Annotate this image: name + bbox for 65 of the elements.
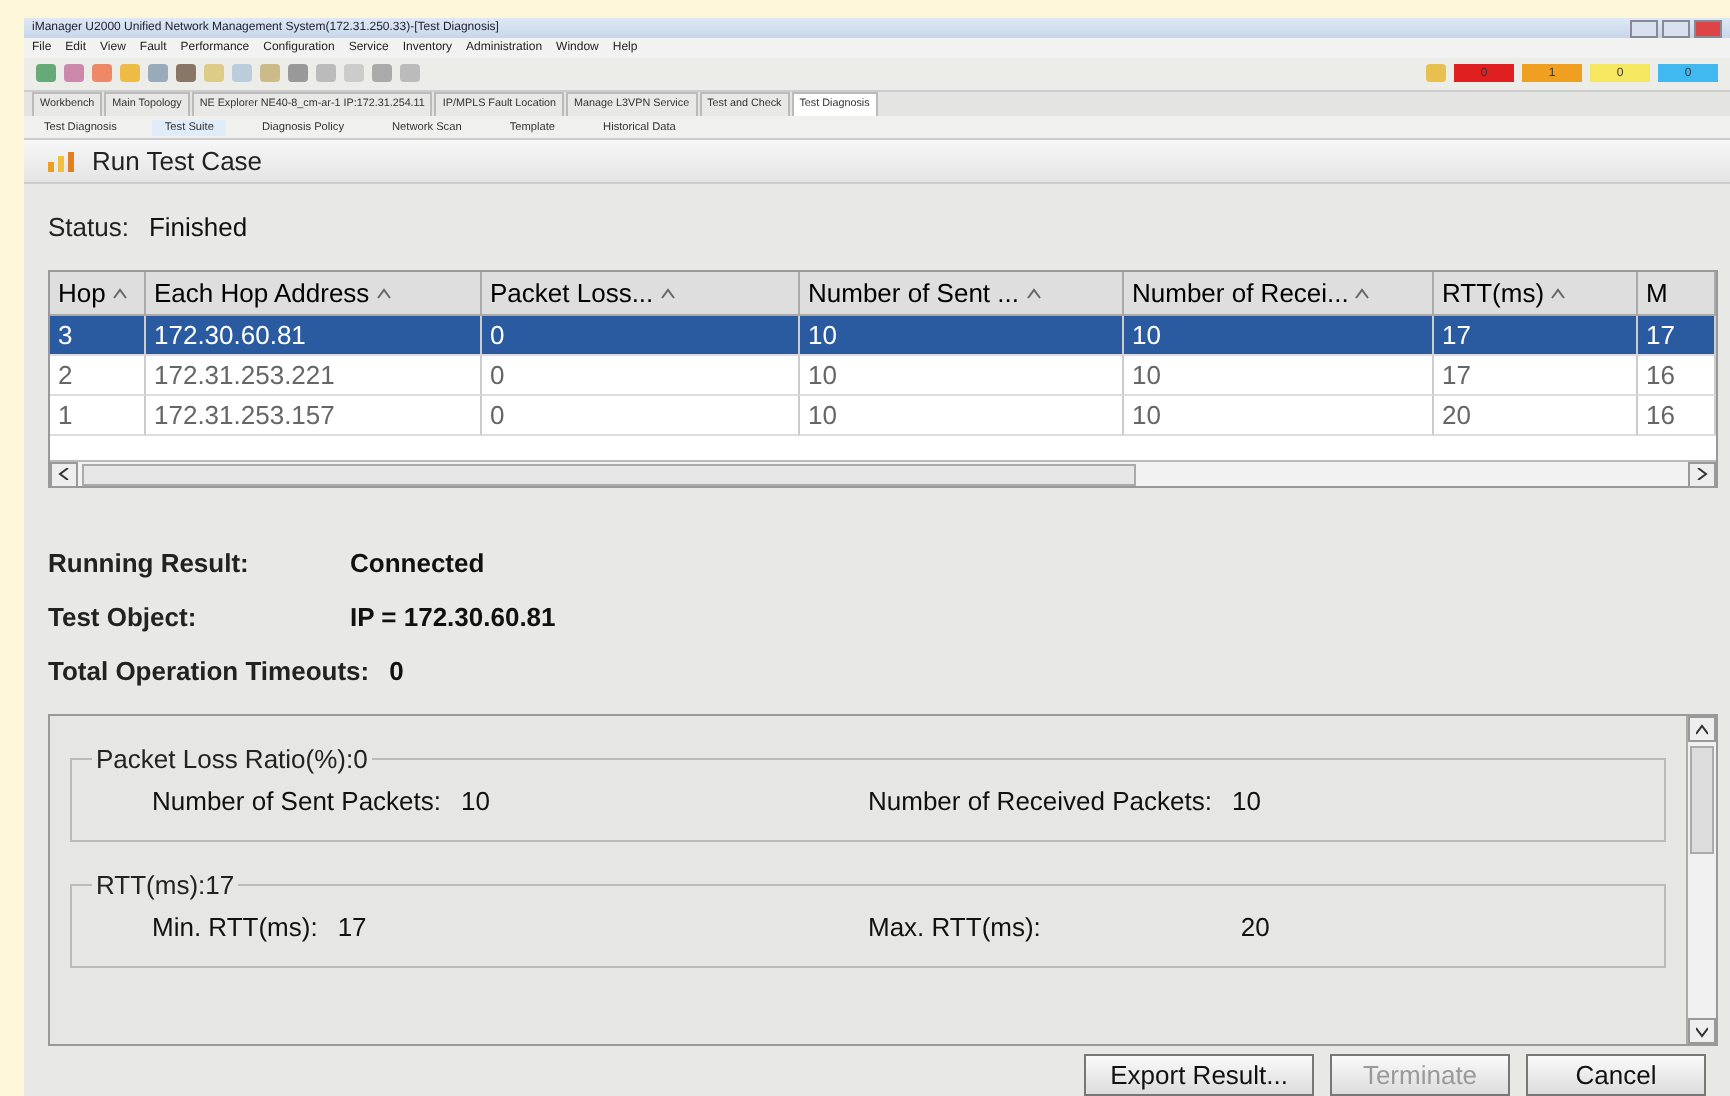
column-header[interactable]: M <box>1638 272 1716 316</box>
result-value: IP = 172.30.60.81 <box>350 602 556 632</box>
table-cell[interactable]: 16 <box>1638 396 1716 436</box>
status-label: Status: <box>48 212 129 242</box>
field-value: 17 <box>337 912 367 942</box>
field-value: 10 <box>1231 786 1261 816</box>
sort-icon <box>1354 287 1371 299</box>
result-value: 0 <box>389 656 404 686</box>
group-title: RTT(ms):17 <box>94 870 237 900</box>
table-cell[interactable]: 172.31.253.221 <box>146 356 482 396</box>
maximize-button[interactable] <box>1662 19 1690 38</box>
status-value: Finished <box>148 212 248 242</box>
table-cell[interactable]: 10 <box>1124 356 1434 396</box>
scrollbar-thumb[interactable] <box>82 463 1136 485</box>
table-cell[interactable]: 0 <box>482 356 800 396</box>
result-label: Test Object: <box>48 602 199 632</box>
table-cell[interactable]: 10 <box>800 356 1124 396</box>
scroll-up-icon[interactable] <box>1688 716 1716 742</box>
sort-icon <box>1025 287 1041 299</box>
column-header[interactable]: Number of Sent ... <box>800 272 1124 316</box>
table-cell[interactable]: 0 <box>482 316 800 356</box>
group-title: Packet Loss Ratio(%):0 <box>94 744 370 774</box>
sort-icon <box>375 287 392 299</box>
field-label: Max. RTT(ms): <box>868 912 1041 942</box>
field-label: Min. RTT(ms): <box>152 912 318 942</box>
column-header[interactable]: RTT(ms) <box>1434 272 1638 316</box>
table-cell[interactable]: 1 <box>50 396 146 436</box>
table-cell[interactable]: 17 <box>1434 356 1638 396</box>
table-cell[interactable]: 10 <box>800 316 1124 356</box>
field-label: Number of Sent Packets: <box>152 786 442 816</box>
sort-icon <box>111 287 128 299</box>
column-header[interactable]: Hop <box>50 272 146 316</box>
panel-title: Run Test Case <box>92 146 263 177</box>
table-cell[interactable]: 10 <box>1124 396 1434 436</box>
table-cell[interactable]: 0 <box>482 396 800 436</box>
result-value: Connected <box>350 548 485 578</box>
table-cell[interactable]: 2 <box>50 356 146 396</box>
field-value: 20 <box>1240 912 1270 942</box>
chart-icon <box>48 151 80 172</box>
column-header[interactable]: Packet Loss... <box>482 272 800 316</box>
result-label: Running Result: <box>48 548 251 578</box>
field-label: Number of Received Packets: <box>868 786 1212 816</box>
table-cell[interactable]: 20 <box>1434 396 1638 436</box>
table-cell[interactable]: 10 <box>1124 316 1434 356</box>
scroll-right-icon[interactable] <box>1688 461 1716 487</box>
minimize-button[interactable] <box>1630 19 1658 38</box>
sort-icon <box>1550 287 1567 299</box>
dialog-button[interactable]: Cancel <box>1526 1054 1706 1096</box>
column-header[interactable]: Each Hop Address <box>146 272 482 316</box>
table-cell[interactable]: 172.30.60.81 <box>146 316 482 356</box>
scroll-down-icon[interactable] <box>1688 1018 1716 1044</box>
field-value: 10 <box>461 786 490 816</box>
table-cell[interactable]: 172.31.253.157 <box>146 396 482 436</box>
close-button[interactable] <box>1694 19 1722 38</box>
dialog-button[interactable]: Export Result... <box>1084 1054 1314 1096</box>
column-header[interactable]: Number of Recei... <box>1124 272 1434 316</box>
result-label: Total Operation Timeouts: <box>48 656 370 686</box>
table-cell[interactable]: 17 <box>1434 316 1638 356</box>
table-cell[interactable]: 10 <box>800 396 1124 436</box>
table-cell[interactable]: 17 <box>1638 316 1716 356</box>
table-cell[interactable]: 3 <box>50 316 146 356</box>
sort-icon <box>659 287 676 299</box>
scrollbar-thumb[interactable] <box>1690 746 1714 854</box>
table-cell[interactable]: 16 <box>1638 356 1716 396</box>
scroll-left-icon[interactable] <box>50 461 78 487</box>
